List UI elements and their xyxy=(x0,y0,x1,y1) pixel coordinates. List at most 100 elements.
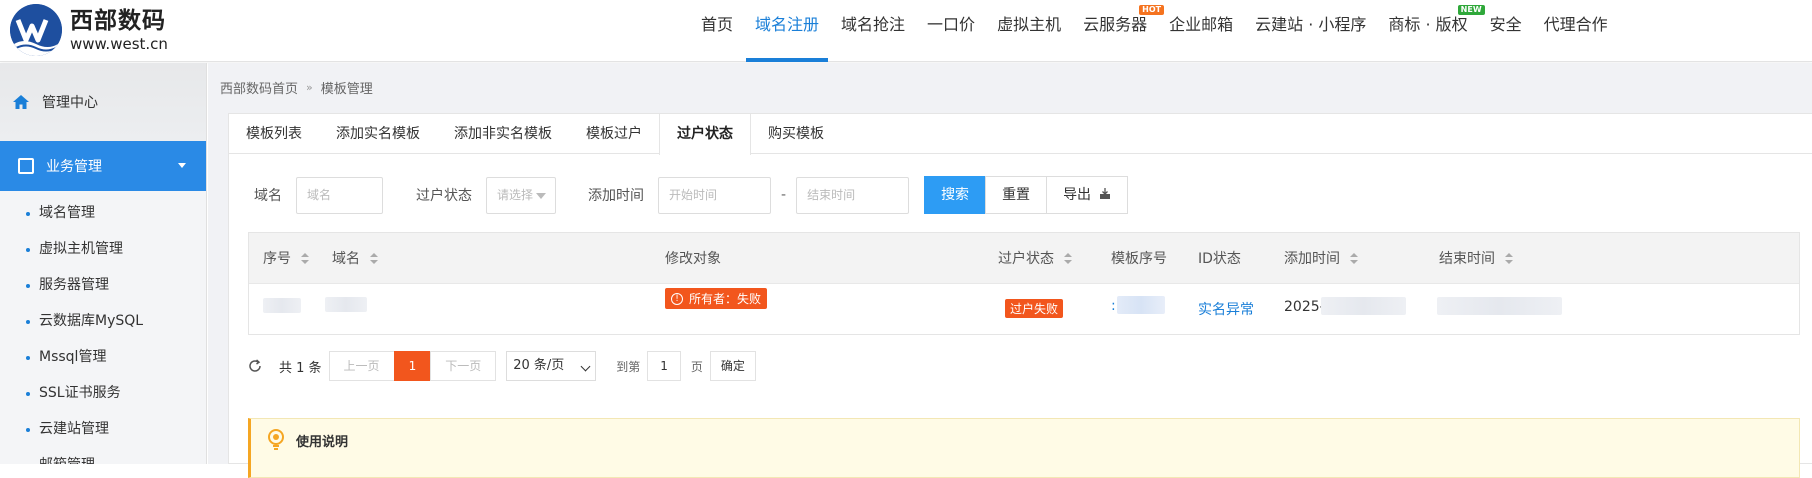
id-status-link[interactable]: 实名异常 xyxy=(1198,299,1254,319)
redacted-domain xyxy=(325,297,367,312)
nav-enterprise-mail[interactable]: 企业邮箱 xyxy=(1158,0,1244,62)
nav-label: 企业邮箱 xyxy=(1169,15,1234,34)
col-index[interactable]: 序号 xyxy=(263,248,309,268)
content-panel: 模板列表 添加实名模板 添加非实名模板 模板过户 过户状态 购买模板 域名 域名… xyxy=(228,113,1812,478)
nav-trademark[interactable]: 商标 · 版权 NEW xyxy=(1377,0,1485,62)
nav-label: 安全 xyxy=(1489,15,1522,34)
nav-site-builder[interactable]: 云建站 · 小程序 xyxy=(1244,0,1377,62)
tab-template-list[interactable]: 模板列表 xyxy=(229,114,319,153)
status-filter-label: 过户状态 xyxy=(416,188,472,204)
nav-label: 代理合作 xyxy=(1543,15,1608,34)
nav-home[interactable]: 首页 xyxy=(690,0,744,62)
export-button[interactable]: 导出 xyxy=(1046,176,1128,214)
col-template-no: 模板序号 xyxy=(1111,248,1167,268)
breadcrumb: 西部数码首页 » 模板管理 xyxy=(220,78,373,97)
next-page-button[interactable]: 下一页 xyxy=(430,351,497,381)
breadcrumb-home[interactable]: 西部数码首页 xyxy=(220,78,298,97)
main-content: 西部数码首页 » 模板管理 模板列表 添加实名模板 添加非实名模板 模板过户 过… xyxy=(208,63,1812,478)
col-domain[interactable]: 域名 xyxy=(332,248,378,268)
sort-icon[interactable] xyxy=(370,252,378,264)
col-id-status: ID状态 xyxy=(1198,248,1241,268)
col-target-label: 修改对象 xyxy=(665,251,721,267)
grid-icon xyxy=(18,158,34,174)
sidebar-group-business[interactable]: 业务管理 xyxy=(0,141,206,191)
sidebar-item-ssl[interactable]: SSL证书服务 xyxy=(0,375,206,411)
col-index-label: 序号 xyxy=(263,251,291,267)
goto-confirm-button[interactable]: 确定 xyxy=(709,351,756,381)
transfer-status-table: 序号 域名 修改对象 过户状态 模板序号 ID状态 添加时间 结束时间 ! 所有者… xyxy=(248,232,1800,335)
pagination: 共 1 条 上一页 1 下一页 20 条/页 到第 1 页 确定 xyxy=(247,351,756,381)
filter-actions: 搜索 重置 导出 xyxy=(924,176,1128,214)
breadcrumb-current: 模板管理 xyxy=(320,82,373,97)
sidebar-item-mysql[interactable]: 云数据库MySQL xyxy=(0,303,206,339)
nav-label: 首页 xyxy=(701,15,734,34)
col-added[interactable]: 添加时间 xyxy=(1284,248,1358,268)
goto-page-input[interactable]: 1 xyxy=(647,351,681,381)
current-page[interactable]: 1 xyxy=(393,351,432,381)
nav-fixed-price[interactable]: 一口价 xyxy=(916,0,986,62)
sidebar-item-mail[interactable]: 邮箱管理 xyxy=(0,447,206,464)
nav-label: 云服务器 xyxy=(1083,15,1148,34)
domain-filter-label: 域名 xyxy=(254,188,282,204)
tab-add-realname[interactable]: 添加实名模板 xyxy=(319,114,437,153)
sidebar-home[interactable]: 管理中心 xyxy=(0,63,206,141)
start-time-input[interactable]: 开始时间 xyxy=(658,176,771,214)
tab-transfer-status[interactable]: 过户状态 xyxy=(659,114,751,155)
reset-button[interactable]: 重置 xyxy=(985,176,1048,214)
sidebar-item-mssql[interactable]: Mssql管理 xyxy=(0,339,206,375)
nav-domain-snap[interactable]: 域名抢注 xyxy=(830,0,916,62)
col-template-no-label: 模板序号 xyxy=(1111,251,1167,267)
table-row: ! 所有者：失败 过户失败 : 实名异常 2025- xyxy=(249,283,1799,334)
redacted-added xyxy=(1321,297,1406,315)
col-status[interactable]: 过户状态 xyxy=(998,248,1072,268)
nav-label: 虚拟主机 xyxy=(997,15,1062,34)
transfer-failed-tag: 过户失败 xyxy=(1005,299,1064,318)
prev-page-button[interactable]: 上一页 xyxy=(328,351,395,381)
filter-bar: 域名 域名 过户状态 请选择 添加时间 开始时间 - 结束时间 搜索 重置 导出 xyxy=(249,176,1128,214)
sidebar-item-virtual-host[interactable]: 虚拟主机管理 xyxy=(0,231,206,267)
redacted-index xyxy=(263,298,301,313)
tab-add-non-realname[interactable]: 添加非实名模板 xyxy=(437,114,569,153)
nav-security[interactable]: 安全 xyxy=(1479,0,1533,62)
tab-buy-template[interactable]: 购买模板 xyxy=(751,114,841,153)
tab-bar: 模板列表 添加实名模板 添加非实名模板 模板过户 过户状态 购买模板 xyxy=(229,114,1812,155)
col-domain-label: 域名 xyxy=(332,251,360,267)
nav-agent[interactable]: 代理合作 xyxy=(1533,0,1619,62)
sidebar-item-domain[interactable]: 域名管理 xyxy=(0,195,206,231)
time-filter-label: 添加时间 xyxy=(588,188,644,204)
template-no-prefix: : xyxy=(1111,298,1116,314)
sort-icon[interactable] xyxy=(1350,252,1358,264)
end-time-input[interactable]: 结束时间 xyxy=(796,176,910,214)
domain-input[interactable]: 域名 xyxy=(296,176,383,214)
export-icon xyxy=(1099,188,1110,199)
home-icon xyxy=(13,95,29,109)
sort-icon[interactable] xyxy=(301,252,309,264)
sidebar-item-server[interactable]: 服务器管理 xyxy=(0,267,206,303)
nav-virtual-host[interactable]: 虚拟主机 xyxy=(986,0,1072,62)
caret-down-icon xyxy=(178,163,186,168)
refresh-icon[interactable] xyxy=(247,358,263,374)
tab-template-transfer[interactable]: 模板过户 xyxy=(569,114,659,153)
status-select[interactable]: 请选择 xyxy=(486,176,556,214)
target-cell: ! 所有者：失败 xyxy=(665,288,768,309)
search-button[interactable]: 搜索 xyxy=(924,176,987,214)
nav-label: 云建站 · 小程序 xyxy=(1255,15,1367,34)
sidebar-item-site-builder[interactable]: 云建站管理 xyxy=(0,411,206,447)
col-ended[interactable]: 结束时间 xyxy=(1439,248,1513,268)
brand-logo[interactable]: 西部数码 www.west.cn xyxy=(10,4,168,56)
sidebar-submenu: 域名管理 虚拟主机管理 服务器管理 云数据库MySQL Mssql管理 SSL证… xyxy=(0,191,206,464)
redacted-ended xyxy=(1437,297,1562,315)
col-ended-label: 结束时间 xyxy=(1439,251,1495,267)
target-value: 所有者：失败 xyxy=(689,292,762,306)
page-size-select[interactable]: 20 条/页 xyxy=(506,351,597,381)
sidebar-group-label: 业务管理 xyxy=(46,159,102,175)
brand-url: www.west.cn xyxy=(70,35,168,53)
sort-icon[interactable] xyxy=(1064,252,1072,264)
usage-notice: 使用说明 xyxy=(248,418,1800,478)
table-header: 序号 域名 修改对象 过户状态 模板序号 ID状态 添加时间 结束时间 xyxy=(249,233,1799,283)
nav-cloud-server[interactable]: 云服务器 HOT xyxy=(1072,0,1165,62)
col-status-label: 过户状态 xyxy=(998,251,1054,267)
nav-domain-register[interactable]: 域名注册 xyxy=(744,0,830,62)
status-cell: 过户失败 xyxy=(1005,299,1064,318)
sort-icon[interactable] xyxy=(1505,252,1513,264)
